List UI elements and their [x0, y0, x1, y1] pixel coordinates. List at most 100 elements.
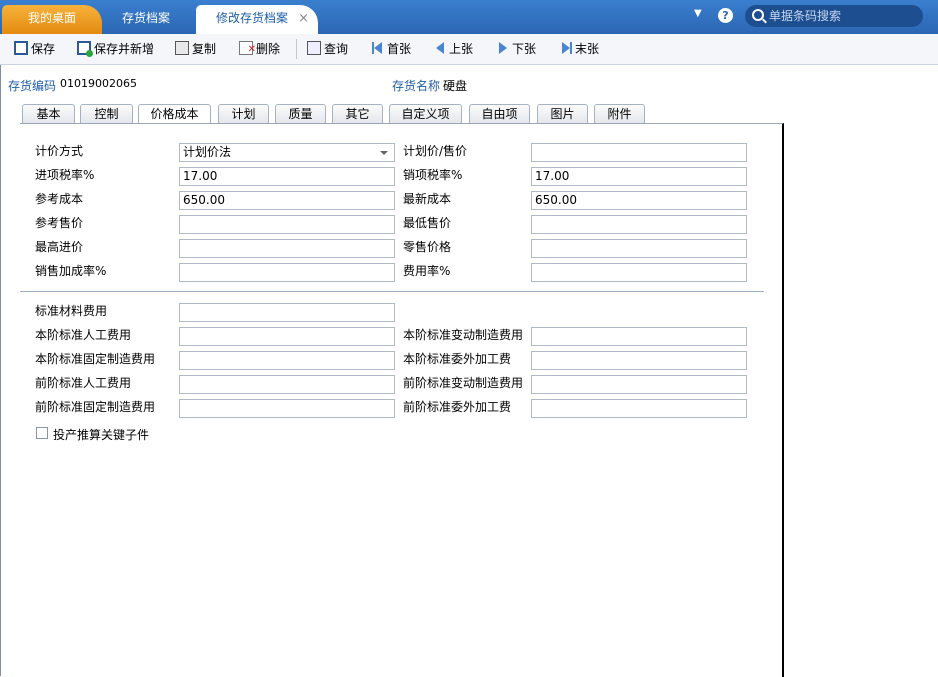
next-button[interactable]: 下张 — [499, 40, 536, 58]
input-tax-input[interactable]: 17.00 — [179, 167, 395, 186]
ref-price-input[interactable] — [179, 215, 395, 234]
expense-rate-label: 费用率% — [403, 264, 451, 278]
latest-cost-input[interactable]: 650.00 — [531, 191, 747, 210]
prev-fixed-label: 前阶标准固定制造费用 — [35, 400, 156, 414]
expense-rate-input[interactable] — [531, 263, 747, 282]
cur-outsource-input[interactable] — [531, 351, 747, 370]
max-purchase-input[interactable] — [179, 239, 395, 258]
output-tax-input[interactable]: 17.00 — [531, 167, 747, 186]
tab-inventory-archive[interactable]: 存货档案 — [100, 5, 192, 34]
top-tab-bar: 我的桌面 存货档案 修改存货档案 × ▼ ? — [0, 0, 938, 34]
first-label: 首张 — [387, 42, 412, 56]
ref-cost-label: 参考成本 — [35, 192, 84, 206]
tab-control[interactable]: 控制 — [80, 104, 133, 123]
pricing-method-label: 计价方式 — [35, 144, 84, 158]
prev-fixed-input[interactable] — [179, 399, 395, 418]
plan-price-input[interactable] — [531, 143, 747, 162]
cur-var-input[interactable] — [531, 327, 747, 346]
chevron-down-icon[interactable]: ▼ — [694, 8, 702, 19]
delete-button[interactable]: 删除 — [239, 40, 281, 59]
save-button[interactable]: 保存 — [14, 40, 55, 58]
section-divider — [20, 291, 764, 292]
cur-var-label: 本阶标准变动制造费用 — [403, 328, 524, 342]
prev-button[interactable]: 上张 — [436, 40, 473, 58]
copy-button[interactable]: 复制 — [175, 40, 216, 58]
prev-labor-label: 前阶标准人工费用 — [35, 376, 132, 390]
save-icon — [14, 41, 28, 55]
last-button[interactable]: 末张 — [562, 40, 599, 58]
tab-price-cost[interactable]: 价格成本 — [138, 104, 211, 124]
prev-labor-input[interactable] — [179, 375, 395, 394]
latest-cost-label: 最新成本 — [403, 192, 452, 206]
prev-icon — [436, 42, 444, 54]
max-purchase-label: 最高进价 — [35, 240, 84, 254]
tab-basic[interactable]: 基本 — [22, 104, 75, 123]
prev-var-input[interactable] — [531, 375, 747, 394]
cur-labor-input[interactable] — [179, 327, 395, 346]
tab-edit-inventory-archive[interactable]: 修改存货档案 × — [196, 5, 318, 34]
prev-var-label: 前阶标准变动制造费用 — [403, 376, 524, 390]
search-box — [745, 5, 923, 27]
plan-price-label: 计划价/售价 — [403, 144, 468, 158]
next-icon — [499, 42, 507, 54]
chevron-down-icon[interactable] — [380, 151, 388, 155]
left-border — [0, 64, 1, 676]
toolbar-separator — [296, 39, 297, 59]
first-icon — [372, 42, 387, 56]
header-row: 存货编码 01019002065 存货名称 硬盘 — [0, 64, 938, 102]
last-icon — [562, 42, 575, 56]
input-tax-label: 进项税率% — [35, 168, 95, 182]
std-material-input[interactable] — [179, 303, 395, 322]
markup-input[interactable] — [179, 263, 395, 282]
last-label: 末张 — [575, 42, 600, 56]
min-price-label: 最低售价 — [403, 216, 452, 230]
tab-custom-items[interactable]: 自定义项 — [389, 104, 462, 123]
tab-edit-label: 修改存货档案 — [216, 11, 289, 25]
tab-attachment[interactable]: 附件 — [594, 104, 645, 123]
first-button[interactable]: 首张 — [372, 40, 411, 58]
search-icon[interactable] — [752, 9, 764, 21]
pricing-method-select[interactable]: 计划价法 — [179, 143, 395, 162]
inventory-code-label: 存货编码 — [8, 79, 57, 93]
copy-label: 复制 — [192, 42, 217, 56]
key-subcomponent-label: 投产推算关键子件 — [53, 428, 150, 442]
query-button[interactable]: 查询 — [307, 40, 348, 58]
tab-my-desktop[interactable]: 我的桌面 — [2, 5, 102, 34]
cur-labor-label: 本阶标准人工费用 — [35, 328, 132, 342]
min-price-input[interactable] — [531, 215, 747, 234]
save-and-new-button[interactable]: 保存并新增 — [77, 40, 154, 58]
save-new-icon — [77, 41, 93, 57]
cur-outsource-label: 本阶标准委外加工费 — [403, 352, 512, 366]
retail-price-input[interactable] — [531, 239, 747, 258]
next-label: 下张 — [512, 42, 537, 56]
ref-price-label: 参考售价 — [35, 216, 84, 230]
markup-label: 销售加成率% — [35, 264, 107, 278]
prev-outsource-label: 前阶标准委外加工费 — [403, 400, 512, 414]
output-tax-label: 销项税率% — [403, 168, 463, 182]
tab-image[interactable]: 图片 — [537, 104, 588, 123]
delete-label: 删除 — [256, 42, 281, 56]
std-material-label: 标准材料费用 — [35, 304, 108, 318]
close-icon[interactable]: × — [298, 5, 309, 32]
tab-free-items[interactable]: 自由项 — [469, 104, 530, 123]
key-subcomponent-checkbox[interactable] — [36, 427, 48, 439]
query-icon — [307, 41, 321, 55]
search-input[interactable] — [769, 7, 917, 25]
query-label: 查询 — [324, 42, 349, 56]
ref-cost-input[interactable]: 650.00 — [179, 191, 395, 210]
delete-icon — [239, 41, 256, 59]
help-icon[interactable]: ? — [718, 8, 733, 23]
pricing-method-value: 计划价法 — [183, 145, 232, 159]
prev-outsource-input[interactable] — [531, 399, 747, 418]
cur-fixed-label: 本阶标准固定制造费用 — [35, 352, 156, 366]
inventory-code-value: 01019002065 — [60, 77, 137, 90]
save-label: 保存 — [31, 42, 56, 56]
toolbar: 保存 保存并新增 复制 删除 查询 首张 上张 下张 末张 — [0, 34, 938, 65]
cur-fixed-input[interactable] — [179, 351, 395, 370]
copy-icon — [175, 41, 189, 55]
tab-other[interactable]: 其它 — [332, 104, 383, 123]
tab-quality[interactable]: 质量 — [275, 104, 326, 123]
retail-price-label: 零售价格 — [403, 240, 452, 254]
tab-plan[interactable]: 计划 — [218, 104, 269, 123]
save-new-label: 保存并新增 — [94, 42, 155, 56]
